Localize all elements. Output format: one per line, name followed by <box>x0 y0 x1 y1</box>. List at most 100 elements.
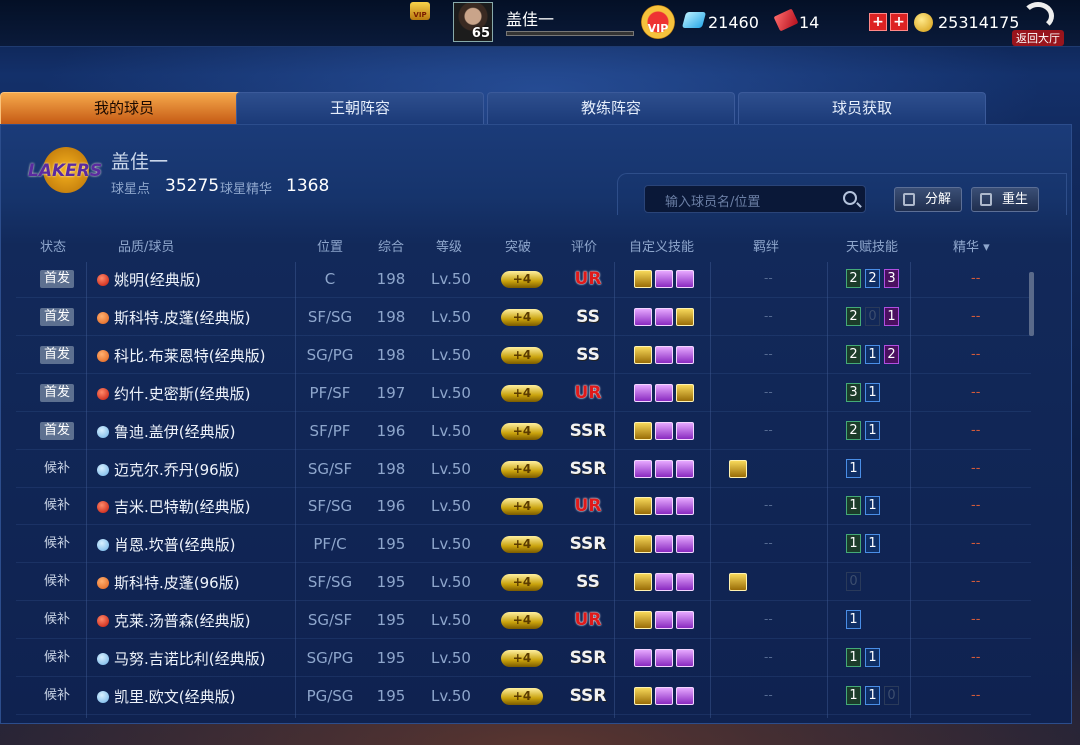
custom-skill-icon[interactable] <box>676 535 694 554</box>
breakthrough-badge: +4 <box>501 687 543 705</box>
custom-skill-icon[interactable] <box>634 573 652 592</box>
table-row[interactable]: 首发 科比.布莱恩特(经典版) SG/PG 198 Lv.50 +4 SS -- 2 1 2 -- <box>16 337 1031 374</box>
decompose-button[interactable]: 分解 <box>894 187 962 212</box>
custom-skill-icon[interactable] <box>634 611 652 630</box>
custom-skill-icon[interactable] <box>676 573 694 592</box>
custom-skill-icon[interactable] <box>676 497 694 516</box>
col-level[interactable]: 等级 <box>436 236 462 255</box>
custom-skill-icon[interactable] <box>676 686 694 705</box>
talent-level: 1 <box>846 496 861 516</box>
player-position: SG/SF <box>307 459 353 478</box>
table-row[interactable]: 候补 克莱.汤普森(经典版) SG/SF 195 Lv.50 +4 UR -- 1 -- <box>16 602 1031 640</box>
custom-skill-icon[interactable] <box>655 307 673 326</box>
vip-icon[interactable]: VIP <box>641 5 675 39</box>
player-name[interactable]: 斯科特.皮蓬(经典版) <box>114 307 250 328</box>
custom-skill-icon[interactable] <box>676 383 694 402</box>
custom-skill-icon[interactable] <box>655 611 673 630</box>
tab-player-acquire[interactable]: 球员获取 <box>738 92 986 124</box>
player-level: Lv.50 <box>431 270 471 288</box>
player-name[interactable]: 姚明(经典版) <box>114 269 201 290</box>
breakthrough-badge: +4 <box>501 574 543 592</box>
custom-skill-icon[interactable] <box>634 649 652 667</box>
player-position: SF/PF <box>309 421 351 440</box>
table-row[interactable]: 候补 迈克尔.乔丹(96版) SG/SF 198 Lv.50 +4 SSR 1 -- <box>16 451 1031 488</box>
col-rating[interactable]: 评价 <box>571 236 597 255</box>
custom-skill-icon[interactable] <box>634 497 652 516</box>
tab-dynasty-lineup[interactable]: 王朝阵容 <box>236 92 484 124</box>
custom-skill-icon[interactable] <box>676 345 694 364</box>
custom-skill-icon[interactable] <box>634 421 652 440</box>
player-name[interactable]: 迈克尔.乔丹(96版) <box>114 459 240 480</box>
player-name[interactable]: 科比.布莱恩特(经典版) <box>114 345 265 366</box>
custom-skill-icon[interactable] <box>676 459 694 478</box>
table-row[interactable]: 首发 鲁迪.盖伊(经典版) SF/PF 196 Lv.50 +4 SSR -- 2 1 -- <box>16 413 1031 450</box>
bond-empty: -- <box>764 687 773 702</box>
custom-skill-icon[interactable] <box>634 535 652 554</box>
custom-skill-icon[interactable] <box>655 383 673 402</box>
custom-skill-icon[interactable] <box>634 383 652 402</box>
add-plus-icon[interactable]: + <box>869 13 887 31</box>
custom-skill-icon[interactable] <box>676 270 694 288</box>
col-talent-skills[interactable]: 天赋技能 <box>846 236 898 255</box>
bond-icon[interactable] <box>729 573 747 592</box>
add-plus-icon-2[interactable]: + <box>890 13 908 31</box>
custom-skill-icon[interactable] <box>655 649 673 667</box>
player-avatar[interactable]: 65 <box>453 2 493 42</box>
table-row[interactable]: 候补 吉米.巴特勒(经典版) SF/SG 196 Lv.50 +4 UR -- 1 1 -- <box>16 488 1031 526</box>
talent-level: 2 <box>884 344 899 364</box>
col-position[interactable]: 位置 <box>317 236 343 255</box>
rebirth-button[interactable]: 重生 <box>971 187 1039 212</box>
col-essence-sort[interactable]: 精华 ▾ <box>953 236 990 255</box>
custom-skill-icon[interactable] <box>676 307 694 326</box>
table-row[interactable]: 首发 约什.史密斯(经典版) PF/SF 197 Lv.50 +4 UR -- 3 1 -- <box>16 375 1031 412</box>
col-breakthrough[interactable]: 突破 <box>505 236 531 255</box>
back-to-lobby-button[interactable]: 返回大厅 <box>1012 2 1064 46</box>
bond-icon[interactable] <box>729 459 747 478</box>
player-name[interactable]: 鲁迪.盖伊(经典版) <box>114 421 235 442</box>
vip-crown-icon[interactable]: VIP <box>410 2 430 20</box>
quality-dot-icon <box>97 501 109 514</box>
tab-coach-lineup[interactable]: 教练阵容 <box>487 92 735 124</box>
custom-skill-icon[interactable] <box>655 535 673 554</box>
col-status[interactable]: 状态 <box>40 236 66 255</box>
table-row[interactable]: 首发 姚明(经典版) C 198 Lv.50 +4 UR -- 2 2 3 -- <box>16 261 1031 298</box>
custom-skill-icon[interactable] <box>634 307 652 326</box>
custom-skill-icon[interactable] <box>676 421 694 440</box>
player-name[interactable]: 凯里.欧文(经典版) <box>114 686 235 707</box>
table-row[interactable]: 候补 凯里.欧文(经典版) PG/SG 195 Lv.50 +4 SSR -- 1 1 0 -- <box>16 678 1031 715</box>
table-row[interactable]: 候补 肖恩.坎普(经典版) PF/C 195 Lv.50 +4 SSR -- 1 1 -- <box>16 526 1031 564</box>
custom-skill-icon[interactable] <box>676 649 694 667</box>
player-name[interactable]: 肖恩.坎普(经典版) <box>114 534 235 555</box>
talent-level: 1 <box>846 458 861 478</box>
table-row[interactable]: 候补 斯科特.皮蓬(96版) SF/SG 195 Lv.50 +4 SS 0 -- <box>16 564 1031 602</box>
col-custom-skills[interactable]: 自定义技能 <box>629 236 694 255</box>
custom-skill-icon[interactable] <box>634 686 652 705</box>
custom-skill-icon[interactable] <box>634 270 652 288</box>
custom-skill-icon[interactable] <box>655 421 673 440</box>
custom-skill-icon[interactable] <box>676 611 694 630</box>
col-overall[interactable]: 综合 <box>378 236 404 255</box>
table-row[interactable]: 首发 斯科特.皮蓬(经典版) SF/SG 198 Lv.50 +4 SS -- 2 0 1 -- <box>16 299 1031 336</box>
custom-skill-icon[interactable] <box>655 497 673 516</box>
col-quality-player[interactable]: 品质/球员 <box>118 236 174 255</box>
player-name[interactable]: 约什.史密斯(经典版) <box>114 383 250 404</box>
custom-skill-icon[interactable] <box>655 573 673 592</box>
scrollbar[interactable] <box>1029 272 1034 336</box>
custom-skill-icon[interactable] <box>655 459 673 478</box>
player-overall: 198 <box>376 459 406 478</box>
table-row[interactable]: 候补 马努.吉诺比利(经典版) SG/PG 195 Lv.50 +4 SSR -- 1 1 -- <box>16 640 1031 677</box>
custom-skill-icon[interactable] <box>655 345 673 364</box>
tab-my-players[interactable]: 我的球员 <box>0 92 248 124</box>
custom-skill-icon[interactable] <box>655 270 673 288</box>
player-name[interactable]: 克莱.汤普森(经典版) <box>114 610 250 631</box>
search-icon[interactable] <box>843 191 857 205</box>
player-name[interactable]: 吉米.巴特勒(经典版) <box>114 496 250 517</box>
custom-skill-icon[interactable] <box>655 686 673 705</box>
player-name[interactable]: 马努.吉诺比利(经典版) <box>114 648 265 669</box>
col-bond[interactable]: 羁绊 <box>753 236 779 255</box>
player-name[interactable]: 斯科特.皮蓬(96版) <box>114 572 240 593</box>
custom-skill-icon[interactable] <box>634 345 652 364</box>
custom-skill-icon[interactable] <box>634 459 652 478</box>
essence-value: -- <box>971 612 981 628</box>
player-search-input[interactable]: 输入球员名/位置 <box>644 185 866 213</box>
